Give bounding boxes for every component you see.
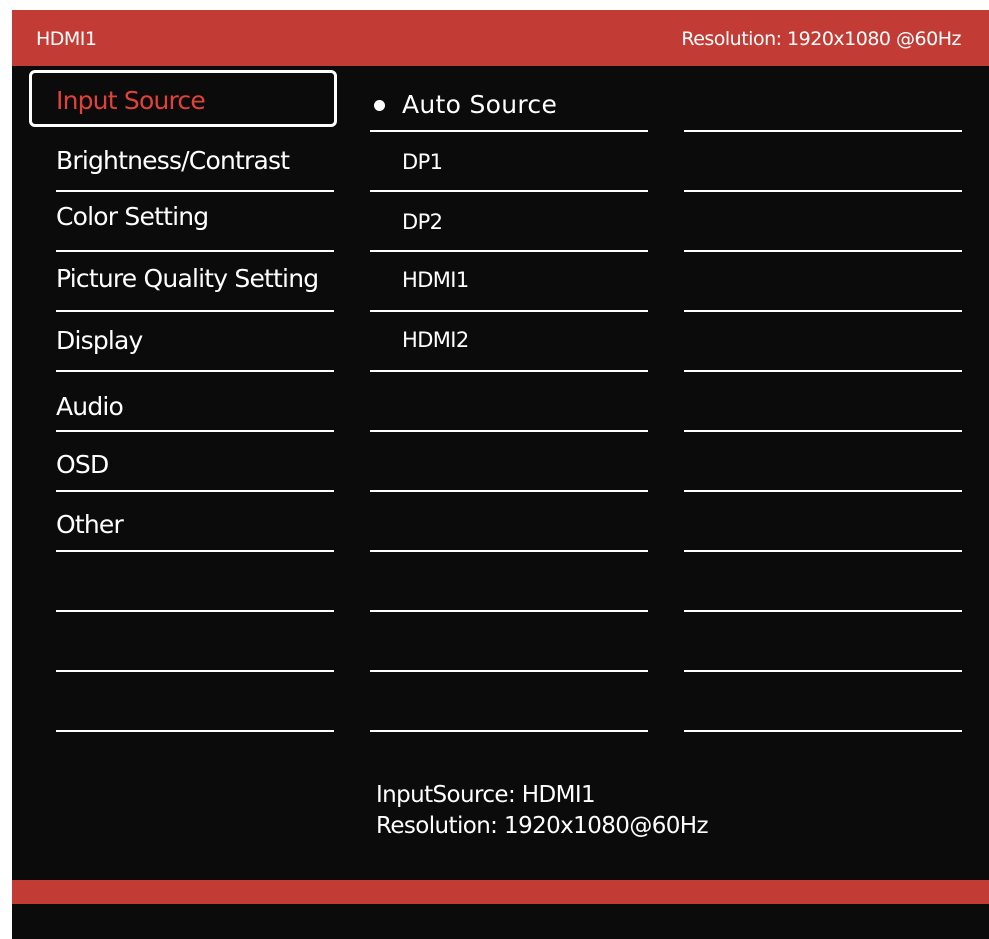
empty-row	[684, 132, 962, 192]
empty-row	[684, 552, 962, 612]
submenu-item-dp2[interactable]: DP2	[370, 192, 648, 252]
menu-item-empty	[56, 672, 334, 732]
submenu-item-label: DP1	[402, 150, 443, 174]
menu-item-label: Input Source	[56, 86, 206, 115]
menu-item-color-setting[interactable]: Color Setting	[56, 192, 334, 252]
menu-item-audio[interactable]: Audio	[56, 372, 334, 432]
menu-item-label: Display	[56, 326, 143, 355]
empty-row	[684, 672, 962, 732]
menu-item-label: Other	[56, 510, 124, 539]
selected-bullet-icon	[374, 100, 385, 111]
header-resolution: Resolution: 1920x1080 @60Hz	[681, 28, 961, 50]
footer-bar	[12, 880, 989, 904]
header-bar: HDMI1 Resolution: 1920x1080 @60Hz	[12, 10, 989, 66]
empty-row	[684, 252, 962, 312]
submenu-item-empty	[370, 672, 648, 732]
empty-row	[684, 72, 962, 132]
empty-row	[684, 612, 962, 672]
submenu-item-label: DP2	[402, 210, 443, 234]
submenu-item-empty	[370, 372, 648, 432]
menu-item-input-source[interactable]: Input Source	[56, 72, 334, 132]
submenu-item-empty	[370, 552, 648, 612]
divider	[370, 730, 648, 732]
submenu-item-empty	[370, 492, 648, 552]
menu-item-empty	[56, 612, 334, 672]
submenu-item-empty	[370, 432, 648, 492]
empty-row	[684, 492, 962, 552]
submenu-item-label: HDMI2	[402, 328, 469, 352]
empty-row	[684, 372, 962, 432]
submenu-item-empty	[370, 612, 648, 672]
info-resolution: Resolution: 1920x1080@60Hz	[376, 813, 709, 839]
menu-item-brightness-contrast[interactable]: Brightness/Contrast	[56, 132, 334, 192]
menu-item-display[interactable]: Display	[56, 312, 334, 372]
header-source: HDMI1	[36, 28, 97, 50]
submenu-item-auto-source[interactable]: Auto Source	[370, 72, 648, 132]
submenu-item-hdmi1[interactable]: HDMI1	[370, 252, 648, 312]
divider	[684, 730, 962, 732]
empty-row	[684, 312, 962, 372]
menu-item-label: Color Setting	[56, 202, 209, 231]
menu-item-picture-quality[interactable]: Picture Quality Setting	[56, 252, 334, 312]
status-info: InputSource: HDMI1 Resolution: 1920x1080…	[376, 780, 709, 842]
submenu-item-label: HDMI1	[402, 268, 469, 292]
menu-item-label: Audio	[56, 392, 124, 421]
info-input-source: InputSource: HDMI1	[376, 782, 596, 808]
menu-item-label: OSD	[56, 450, 109, 479]
divider	[56, 730, 334, 732]
empty-row	[684, 432, 962, 492]
menu-item-label: Picture Quality Setting	[56, 264, 319, 293]
menu-item-empty	[56, 552, 334, 612]
submenu-item-hdmi2[interactable]: HDMI2	[370, 312, 648, 372]
menu-item-osd[interactable]: OSD	[56, 432, 334, 492]
submenu-item-dp1[interactable]: DP1	[370, 132, 648, 192]
empty-row	[684, 192, 962, 252]
menu-item-label: Brightness/Contrast	[56, 146, 290, 175]
osd-menu: HDMI1 Resolution: 1920x1080 @60Hz Input …	[12, 10, 989, 939]
submenu-item-label: Auto Source	[402, 90, 558, 119]
menu-item-other[interactable]: Other	[56, 492, 334, 552]
